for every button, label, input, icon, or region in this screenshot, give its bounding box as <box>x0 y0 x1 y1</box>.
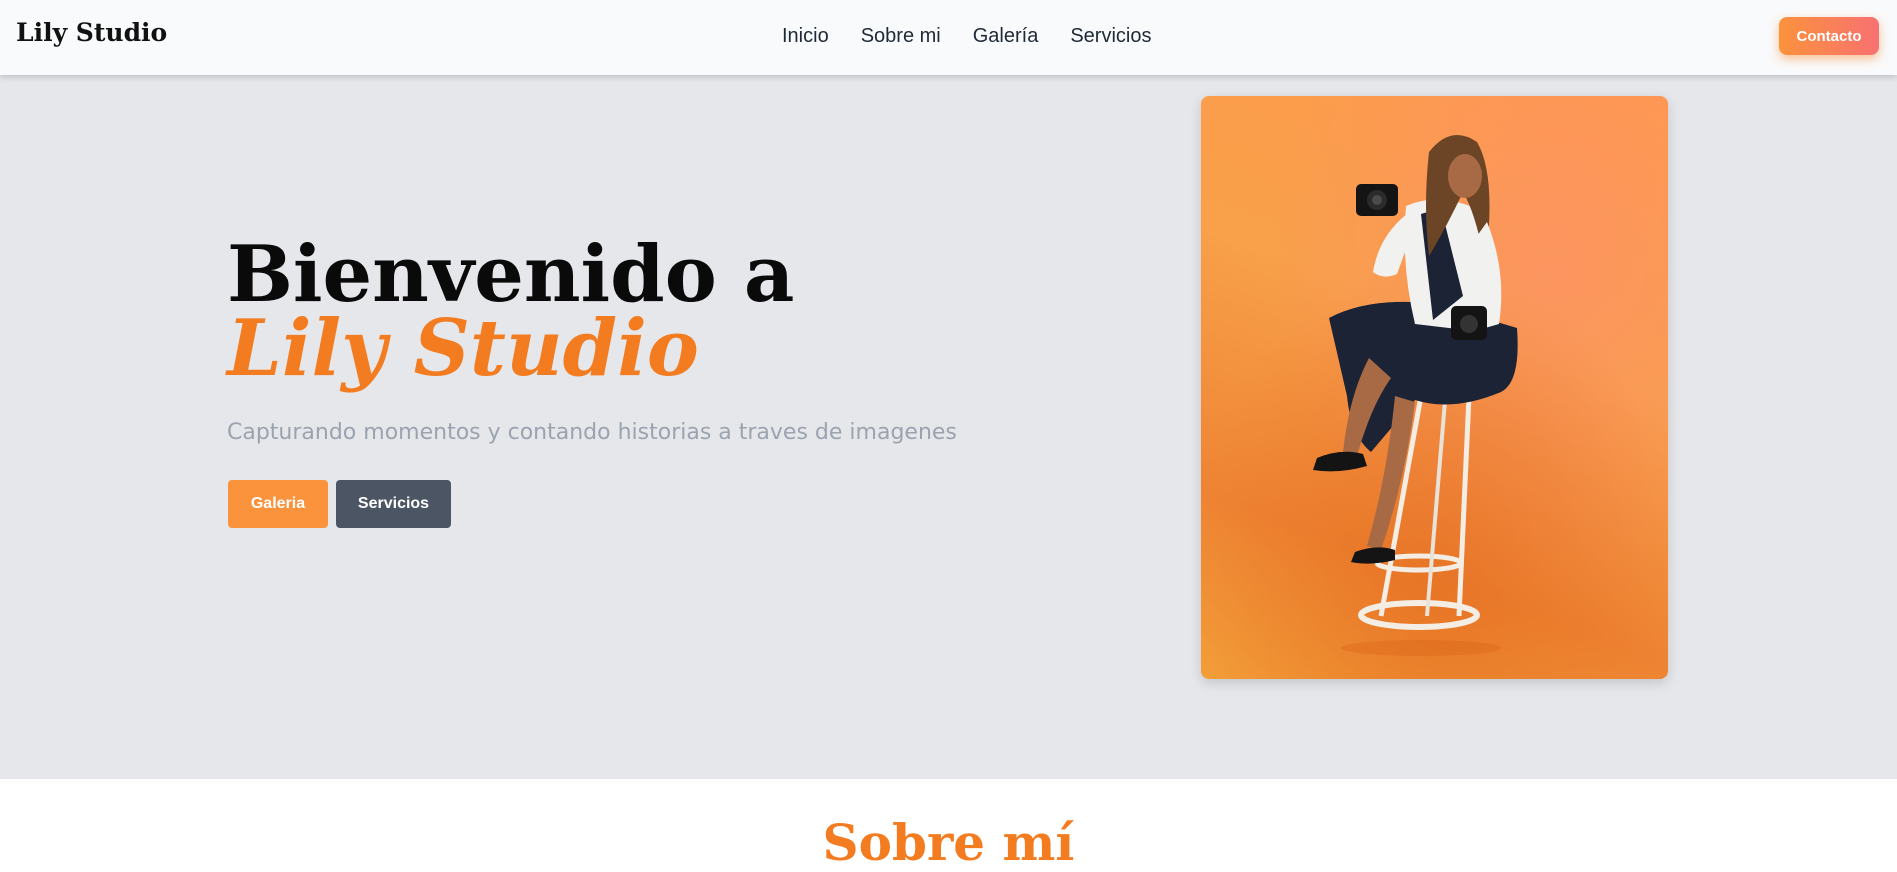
contact-button[interactable]: Contacto <box>1779 17 1879 55</box>
hero-heading: Bienvenido a Lily Studio <box>227 236 1027 394</box>
hero-section: Bienvenido a Lily Studio Capturando mome… <box>0 75 1897 779</box>
hero-photo <box>1201 96 1668 679</box>
nav-link-inicio[interactable]: Inicio <box>782 25 829 48</box>
nav-link-galeria[interactable]: Galería <box>973 25 1039 48</box>
photographer-illustration <box>1201 96 1668 679</box>
nav-links: Inicio Sobre mi Galería Servicios <box>782 25 1183 48</box>
gallery-button[interactable]: Galeria <box>228 480 328 528</box>
nav-link-sobre-mi[interactable]: Sobre mi <box>861 25 941 48</box>
services-button[interactable]: Servicios <box>336 480 451 528</box>
hero-subtitle: Capturando momentos y contando historias… <box>227 420 957 445</box>
about-section: Sobre mí <box>0 779 1897 872</box>
hero-buttons: Galeria Servicios <box>228 480 451 528</box>
hero-heading-studio-name: Lily Studio <box>227 303 699 394</box>
nav-link-servicios[interactable]: Servicios <box>1070 25 1151 48</box>
about-title: Sobre mí <box>822 813 1075 872</box>
navbar: Lily Studio Inicio Sobre mi Galería Serv… <box>0 0 1897 75</box>
brand-logo[interactable]: Lily Studio <box>16 18 167 47</box>
